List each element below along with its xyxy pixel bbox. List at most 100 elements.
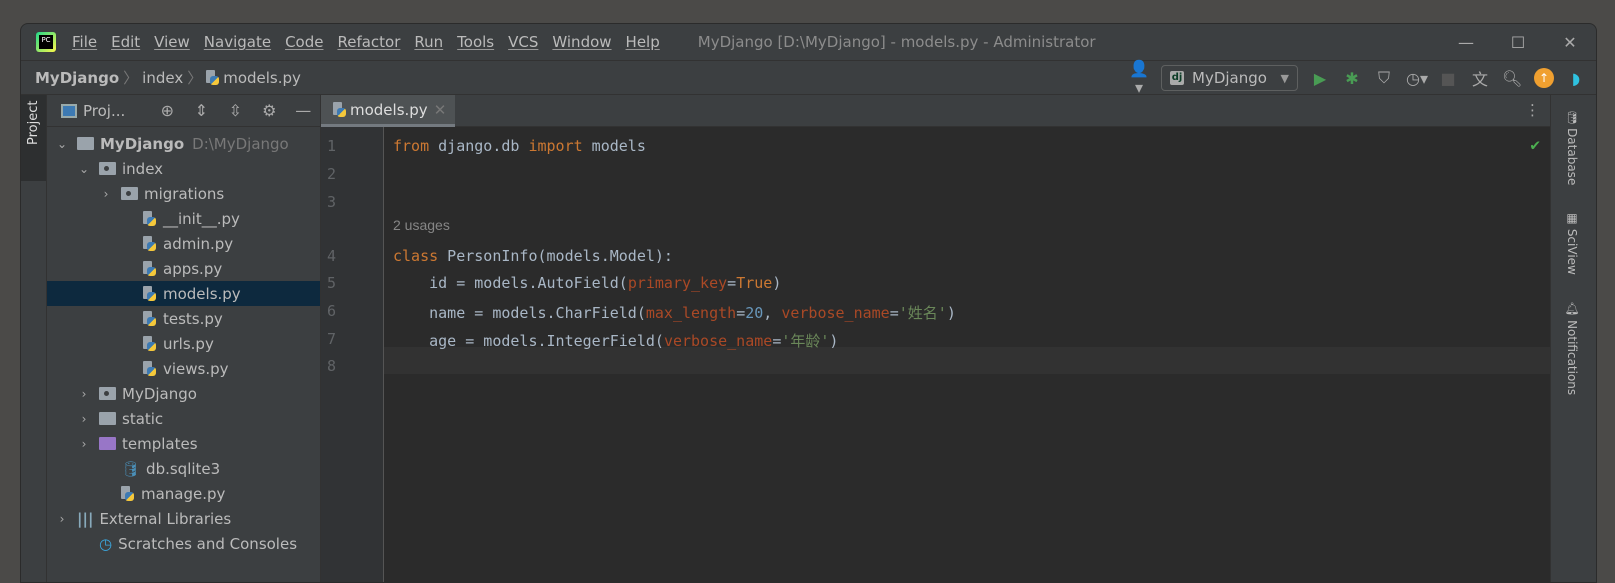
debug-icon[interactable]: ✱ bbox=[1342, 69, 1362, 88]
chevron-right-icon[interactable]: › bbox=[99, 187, 113, 201]
tab-models-py[interactable]: models.py ✕ bbox=[321, 95, 455, 127]
tree-item[interactable]: 🛢︎ db.sqlite3 bbox=[47, 456, 320, 481]
sciview-tool-tab[interactable]: ▦ SciView bbox=[1565, 211, 1579, 275]
run-icon[interactable]: ▶ bbox=[1310, 69, 1330, 88]
tree-item[interactable]: apps.py bbox=[47, 256, 320, 281]
chevron-right-icon[interactable]: › bbox=[77, 387, 91, 401]
tree-item[interactable]: manage.py bbox=[47, 481, 320, 506]
menu-file[interactable]: File bbox=[72, 33, 97, 51]
hide-icon[interactable]: — bbox=[293, 101, 313, 120]
code-area[interactable]: ✔ 1 2 3 4 5 6 7 8 2 usages from django.db import … bbox=[321, 127, 1550, 582]
code-token: = bbox=[889, 304, 899, 322]
tree-item[interactable]: tests.py bbox=[47, 306, 320, 331]
tree-item-label: static bbox=[122, 409, 164, 428]
menu-help[interactable]: Help bbox=[626, 33, 660, 51]
chevron-down-icon[interactable]: ⌄ bbox=[55, 137, 69, 151]
code-line: id = models.AutoField(primary_key=True) bbox=[393, 274, 781, 292]
tree-item-label: index bbox=[122, 159, 164, 178]
folder-icon bbox=[77, 137, 94, 150]
check-icon: ✔ bbox=[1530, 135, 1540, 154]
tree-item[interactable]: › MyDjango bbox=[47, 381, 320, 406]
collapse-all-icon[interactable]: ⇳ bbox=[225, 101, 245, 120]
user-icon[interactable]: 👤▾ bbox=[1129, 59, 1149, 97]
chevron-down-icon[interactable]: ⌄ bbox=[77, 162, 91, 176]
breadcrumb-project[interactable]: MyDjango bbox=[35, 69, 119, 87]
jetbrains-icon[interactable]: ◗ bbox=[1566, 69, 1586, 88]
window-title: MyDjango [D:\MyDjango] - models.py - Adm… bbox=[697, 33, 1096, 51]
menu-bar: File Edit View Navigate Code Refactor Run Tools… bbox=[72, 33, 660, 51]
code-token: models bbox=[582, 137, 646, 155]
tree-item[interactable]: › migrations bbox=[47, 181, 320, 206]
panel-title[interactable]: Proj... bbox=[83, 102, 125, 120]
chevron-right-icon[interactable]: › bbox=[77, 437, 91, 451]
python-file-icon bbox=[121, 485, 135, 502]
breadcrumb-file[interactable]: models.py bbox=[223, 69, 301, 87]
tree-item[interactable]: admin.py bbox=[47, 231, 320, 256]
minimize-icon[interactable]: — bbox=[1440, 24, 1492, 61]
menu-tools[interactable]: Tools bbox=[457, 33, 494, 51]
close-icon[interactable]: ✕ bbox=[1544, 24, 1596, 61]
tree-item[interactable]: ⌄ MyDjango D:\MyDjango bbox=[47, 131, 320, 156]
code-token: verbose_name bbox=[781, 304, 890, 322]
menu-vcs[interactable]: VCS bbox=[508, 33, 538, 51]
menu-edit[interactable]: Edit bbox=[111, 33, 140, 51]
tree-item[interactable]: urls.py bbox=[47, 331, 320, 356]
locate-icon[interactable]: ⊕ bbox=[157, 101, 177, 120]
tree-item-label: External Libraries bbox=[99, 509, 232, 528]
coverage-icon[interactable]: ⛉ bbox=[1374, 68, 1394, 88]
python-file-icon bbox=[143, 310, 157, 327]
stop-icon[interactable]: ■ bbox=[1438, 69, 1458, 88]
folder-icon bbox=[99, 412, 116, 425]
code-token: PersonInfo(models.Model): bbox=[438, 247, 673, 265]
tree-item[interactable]: › templates bbox=[47, 431, 320, 456]
breadcrumb-folder[interactable]: index bbox=[142, 69, 183, 87]
menu-window[interactable]: Window bbox=[552, 33, 611, 51]
tree-item-label: views.py bbox=[163, 359, 229, 378]
project-tool-tab[interactable]: Project bbox=[21, 95, 46, 181]
database-tool-tab[interactable]: 🛢︎ Database bbox=[1565, 109, 1579, 185]
line-number: 8 bbox=[327, 357, 337, 375]
translate-icon[interactable]: 文 bbox=[1470, 66, 1490, 90]
ide-window: PC File Edit View Navigate Code Refactor Run To… bbox=[20, 23, 1597, 583]
profile-icon[interactable]: ◷▾ bbox=[1406, 69, 1428, 88]
tree-item-path: D:\MyDjango bbox=[192, 134, 289, 153]
tree-item-label: Scratches and Consoles bbox=[118, 534, 298, 553]
code-token: = bbox=[736, 304, 746, 322]
close-tab-icon[interactable]: ✕ bbox=[434, 101, 447, 119]
tree-item[interactable]: views.py bbox=[47, 356, 320, 381]
folder-icon bbox=[121, 187, 138, 200]
search-icon[interactable]: 🔍︎ bbox=[1502, 69, 1522, 88]
code-line: from django.db import models bbox=[393, 137, 646, 155]
scratches-icon: ◷ bbox=[99, 534, 113, 553]
tree-item[interactable]: __init__.py bbox=[47, 206, 320, 231]
chevron-right-icon[interactable]: › bbox=[55, 512, 69, 526]
more-icon[interactable]: ⋮ bbox=[1525, 101, 1540, 119]
tree-item-label: tests.py bbox=[163, 309, 223, 328]
menu-navigate[interactable]: Navigate bbox=[204, 33, 271, 51]
notifications-tool-tab[interactable]: 🔔︎ Notifications bbox=[1565, 301, 1579, 395]
python-file-icon bbox=[333, 101, 347, 118]
tree-item-label: urls.py bbox=[163, 334, 214, 353]
menu-refactor[interactable]: Refactor bbox=[337, 33, 400, 51]
menu-run[interactable]: Run bbox=[414, 33, 443, 51]
tree-item[interactable]: › static bbox=[47, 406, 320, 431]
code-token: 20 bbox=[745, 304, 764, 322]
menu-view[interactable]: View bbox=[154, 33, 190, 51]
update-icon[interactable]: ↑ bbox=[1534, 68, 1554, 88]
expand-all-icon[interactable]: ⇕ bbox=[191, 101, 211, 120]
usages-hint[interactable]: 2 usages bbox=[393, 217, 450, 233]
maximize-icon[interactable]: ☐ bbox=[1492, 24, 1544, 61]
tree-item[interactable]: ◷ Scratches and Consoles bbox=[47, 531, 320, 556]
tree-item[interactable]: models.py bbox=[47, 281, 320, 306]
tree-item-label: MyDjango bbox=[122, 384, 197, 403]
menu-code[interactable]: Code bbox=[285, 33, 323, 51]
code-token: primary_key bbox=[627, 274, 728, 292]
gear-icon[interactable]: ⚙ bbox=[259, 101, 279, 120]
tree-item[interactable]: › ||| External Libraries bbox=[47, 506, 320, 531]
tree-item[interactable]: ⌄ index bbox=[47, 156, 320, 181]
folder-icon bbox=[99, 387, 116, 400]
run-config-select[interactable]: dj MyDjango ▼ bbox=[1161, 65, 1298, 91]
code-token: True bbox=[736, 274, 773, 292]
code-token: '姓名' bbox=[898, 304, 947, 322]
chevron-right-icon[interactable]: › bbox=[77, 412, 91, 426]
